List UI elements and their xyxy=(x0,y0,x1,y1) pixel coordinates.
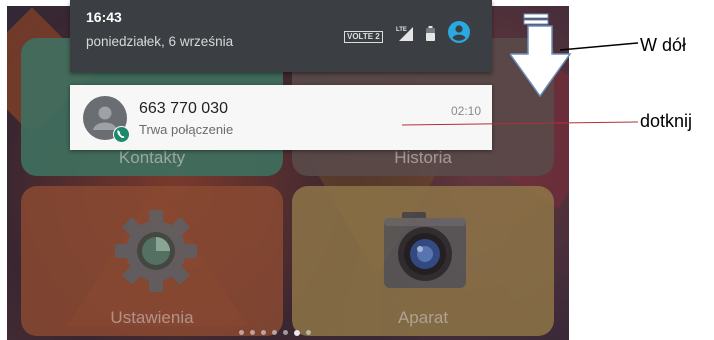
account-circle-icon[interactable] xyxy=(448,21,470,43)
caller-number: 663 770 030 xyxy=(139,100,228,117)
page-dot[interactable] xyxy=(261,330,266,335)
settings-gear-icon xyxy=(113,208,199,294)
call-duration: 02:10 xyxy=(450,104,481,118)
folder-label: Historia xyxy=(394,148,452,167)
page-dot[interactable] xyxy=(283,330,288,335)
clock-time: 16:43 xyxy=(86,9,122,25)
tap-annotation-line xyxy=(402,121,639,126)
svg-text:LTE: LTE xyxy=(396,27,407,33)
camera-icon xyxy=(380,208,470,292)
tap-annotation-label: dotknij xyxy=(640,111,693,131)
phone-call-icon xyxy=(113,126,130,143)
page-dot[interactable] xyxy=(294,329,300,336)
folder-ustawienia[interactable]: Ustawienia xyxy=(21,186,283,336)
call-status-text: Trwa połączenie xyxy=(139,122,234,137)
page-indicator xyxy=(239,329,311,336)
folder-label: Ustawienia xyxy=(110,308,194,327)
ongoing-call-notification[interactable]: 663 770 030 Trwa połączenie 02:10 xyxy=(70,85,492,150)
folder-aparat[interactable]: Aparat xyxy=(292,186,554,336)
lte-signal-icon: LTE xyxy=(396,25,414,41)
page-dot[interactable] xyxy=(239,330,244,335)
swipe-annotation-line xyxy=(560,42,639,51)
date-text: poniedziałek, 6 września xyxy=(86,34,234,49)
swipe-down-arrow-icon xyxy=(508,6,574,102)
notification-shade-header[interactable]: 16:43 poniedziałek, 6 września VOLTE 2 L… xyxy=(70,0,492,72)
volte-badge: VOLTE 2 xyxy=(344,31,383,43)
page-dot[interactable] xyxy=(272,330,277,335)
folder-label: Kontakty xyxy=(118,148,186,167)
battery-icon xyxy=(426,26,435,41)
swipe-annotation-label: W dół xyxy=(640,35,687,55)
page-dot[interactable] xyxy=(250,330,255,335)
folder-label: Aparat xyxy=(397,308,449,327)
page-dot[interactable] xyxy=(306,330,311,335)
